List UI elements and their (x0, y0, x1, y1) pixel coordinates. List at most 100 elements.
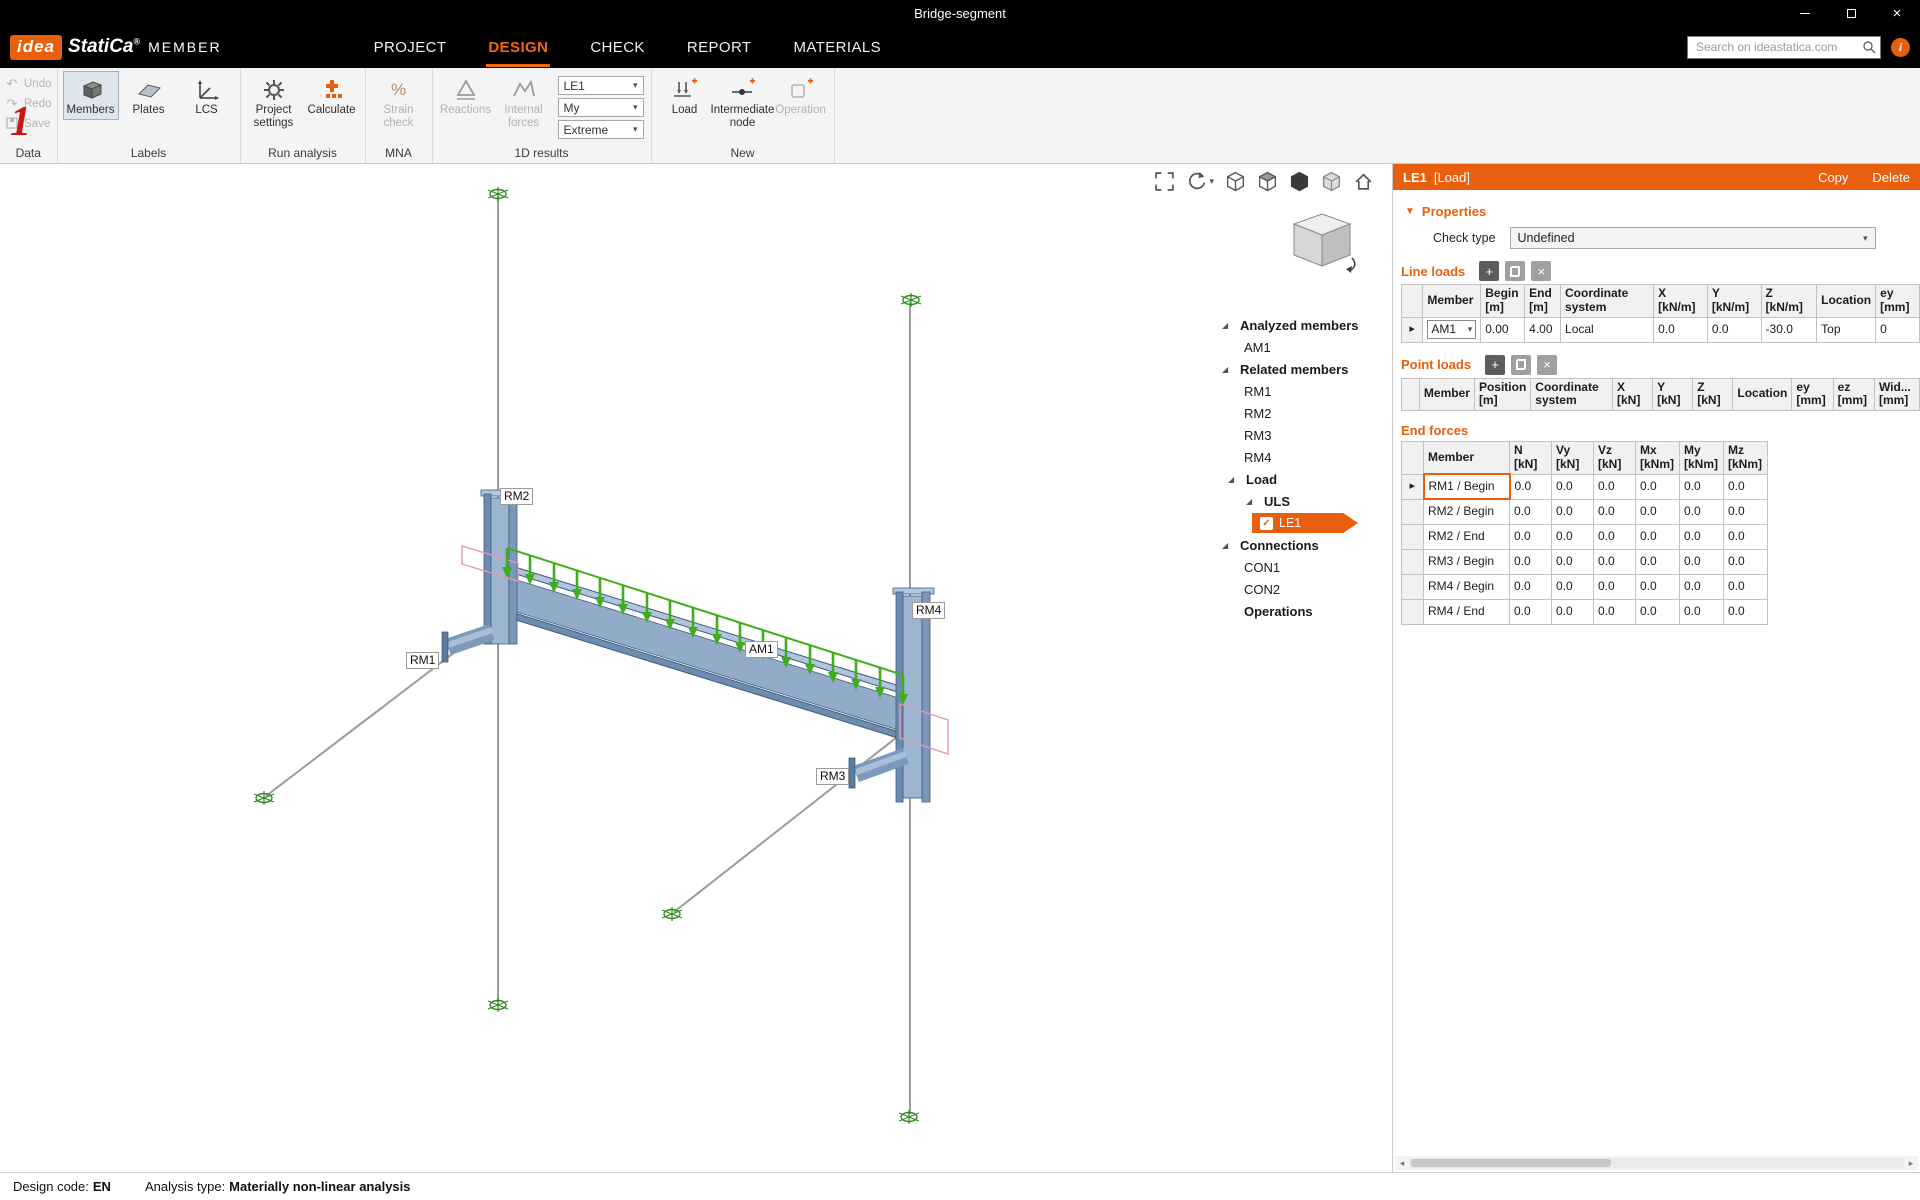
cell-n[interactable]: 0.0 (1510, 524, 1552, 549)
tab-report[interactable]: REPORT (685, 28, 754, 67)
row-selector[interactable]: ▸ (1402, 474, 1424, 499)
cell-my[interactable]: 0.0 (1680, 474, 1724, 499)
add-point-load-button[interactable]: + (1485, 355, 1505, 375)
tree-item-rm3[interactable]: RM3 (1206, 424, 1384, 446)
scroll-left-icon[interactable]: ◂ (1395, 1158, 1409, 1169)
home-view-icon[interactable] (1353, 171, 1374, 192)
tab-project[interactable]: PROJECT (372, 28, 449, 67)
cell-mx[interactable]: 0.0 (1636, 474, 1680, 499)
cell-mz[interactable]: 0.0 (1724, 574, 1768, 599)
cell-vz[interactable]: 0.0 (1594, 474, 1636, 499)
cell-my[interactable]: 0.0 (1680, 524, 1724, 549)
cell-member[interactable]: AM1 ▾ (1423, 317, 1481, 342)
view-hidden-lines-icon[interactable] (1257, 171, 1278, 192)
cell-vy[interactable]: 0.0 (1552, 599, 1594, 624)
help-button[interactable]: i (1891, 38, 1910, 57)
row-selector[interactable] (1402, 599, 1424, 624)
cell-mz[interactable]: 0.0 (1724, 499, 1768, 524)
tree-item-con2[interactable]: CON2 (1206, 578, 1384, 600)
minimize-button[interactable] (1782, 0, 1828, 26)
expand-icon[interactable]: ◢ (1222, 365, 1228, 374)
zoom-fit-icon[interactable] (1154, 171, 1175, 192)
cell-n[interactable]: 0.0 (1510, 499, 1552, 524)
cell-vy[interactable]: 0.0 (1552, 574, 1594, 599)
tree-item-rm2[interactable]: RM2 (1206, 402, 1384, 424)
tab-check[interactable]: CHECK (588, 28, 647, 67)
row-selector[interactable] (1402, 574, 1424, 599)
result-extreme-select[interactable]: Extreme▾ (558, 120, 644, 139)
cell-n[interactable]: 0.0 (1510, 574, 1552, 599)
project-settings-button[interactable]: Project settings (246, 71, 302, 133)
cell-vy[interactable]: 0.0 (1552, 549, 1594, 574)
cell-my[interactable]: 0.0 (1680, 599, 1724, 624)
cell-y[interactable]: 0.0 (1707, 317, 1761, 342)
member-label-rm1[interactable]: RM1 (406, 652, 439, 669)
cell-my[interactable]: 0.0 (1680, 499, 1724, 524)
view-solid-icon[interactable] (1289, 171, 1310, 192)
search-input[interactable] (1687, 36, 1881, 59)
collapse-icon[interactable]: ▼ (1405, 206, 1415, 217)
row-selector[interactable] (1402, 549, 1424, 574)
checkbox-checked-icon[interactable]: ✓ (1260, 517, 1273, 530)
row-selector[interactable] (1402, 524, 1424, 549)
cell-mx[interactable]: 0.0 (1636, 499, 1680, 524)
tab-materials[interactable]: MATERIALS (791, 28, 883, 67)
cell-n[interactable]: 0.0 (1510, 599, 1552, 624)
view-wireframe-icon[interactable] (1225, 171, 1246, 192)
tab-design[interactable]: DESIGN (486, 28, 550, 67)
tree-item-uls[interactable]: ◢ ULS (1206, 490, 1384, 512)
expand-icon[interactable]: ◢ (1222, 321, 1228, 330)
cell-x[interactable]: 0.0 (1654, 317, 1708, 342)
tree-item-con1[interactable]: CON1 (1206, 556, 1384, 578)
copy-button[interactable]: Copy (1818, 170, 1848, 185)
reactions-button[interactable]: Reactions (438, 71, 494, 120)
cell-vz[interactable]: 0.0 (1594, 499, 1636, 524)
orientation-cube[interactable] (1282, 208, 1366, 280)
tree-item-related-members[interactable]: ◢ Related members (1206, 358, 1384, 380)
remove-point-load-button[interactable]: × (1537, 355, 1557, 375)
tree-item-connections[interactable]: ◢ Connections (1206, 534, 1384, 556)
tree-item-le1[interactable]: ✓ LE1 (1206, 512, 1384, 534)
cell-vy[interactable]: 0.0 (1552, 474, 1594, 499)
cell-mz[interactable]: 0.0 (1724, 599, 1768, 624)
tree-item-load[interactable]: ◢ Load (1206, 468, 1384, 490)
row-selector[interactable]: ▸ (1402, 317, 1423, 342)
cell-z[interactable]: -30.0 (1761, 317, 1817, 342)
cell-mx[interactable]: 0.0 (1636, 574, 1680, 599)
cell-mx[interactable]: 0.0 (1636, 524, 1680, 549)
intermediate-node-button[interactable]: Intermediate node (715, 71, 771, 133)
expand-icon[interactable]: ◢ (1222, 541, 1228, 550)
cell-location[interactable]: Top (1817, 317, 1876, 342)
row-selector[interactable] (1402, 499, 1424, 524)
tree-item-operations[interactable]: Operations (1206, 600, 1384, 622)
result-case-select[interactable]: LE1▾ (558, 76, 644, 95)
view-transparent-icon[interactable] (1321, 171, 1342, 192)
cell-n[interactable]: 0.0 (1510, 549, 1552, 574)
cell-mz[interactable]: 0.0 (1724, 549, 1768, 574)
new-load-button[interactable]: Load (657, 71, 713, 120)
cell-end[interactable]: 4.00 (1525, 317, 1561, 342)
cell-member[interactable]: RM4 / Begin (1424, 574, 1510, 599)
cell-ey[interactable]: 0 (1876, 317, 1920, 342)
member-label-rm3[interactable]: RM3 (816, 768, 849, 785)
internal-forces-button[interactable]: Internal forces (496, 71, 552, 133)
cell-mz[interactable]: 0.0 (1724, 524, 1768, 549)
result-component-select[interactable]: My▾ (558, 98, 644, 117)
cell-vz[interactable]: 0.0 (1594, 549, 1636, 574)
cell-vz[interactable]: 0.0 (1594, 574, 1636, 599)
tree-item-rm1[interactable]: RM1 (1206, 380, 1384, 402)
cell-vz[interactable]: 0.0 (1594, 599, 1636, 624)
cell-member[interactable]: RM2 / Begin (1424, 499, 1510, 524)
duplicate-line-load-button[interactable] (1505, 261, 1525, 281)
duplicate-point-load-button[interactable] (1511, 355, 1531, 375)
expand-icon[interactable]: ◢ (1228, 475, 1234, 484)
add-line-load-button[interactable]: + (1479, 261, 1499, 281)
rotate-view-control[interactable]: ▾ (1186, 171, 1214, 192)
tree-item-analyzed-members[interactable]: ◢ Analyzed members (1206, 314, 1384, 336)
cell-vz[interactable]: 0.0 (1594, 524, 1636, 549)
panel-horizontal-scrollbar[interactable]: ◂ ▸ (1395, 1156, 1918, 1170)
cell-member[interactable]: RM2 / End (1424, 524, 1510, 549)
cell-member[interactable]: RM3 / Begin (1424, 549, 1510, 574)
members-button[interactable]: Members (63, 71, 119, 120)
cell-begin[interactable]: 0.00 (1481, 317, 1525, 342)
